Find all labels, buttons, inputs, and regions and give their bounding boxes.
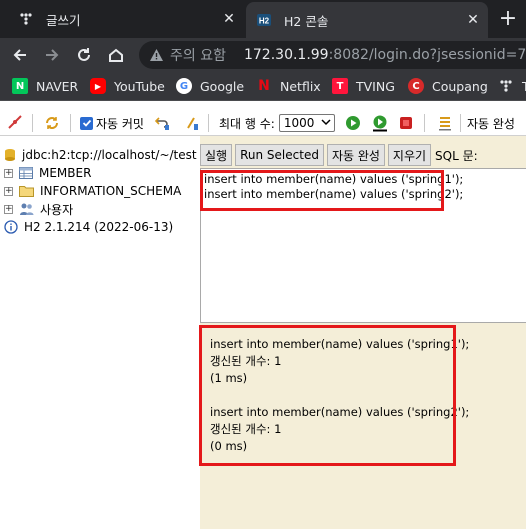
users-icon (19, 202, 34, 216)
clear-button[interactable]: 지우기 (387, 144, 432, 166)
run-icon[interactable] (345, 113, 361, 133)
version-label: H2 2.1.214 (2022-06-13) (24, 220, 174, 234)
new-tab-button[interactable]: + (497, 8, 519, 30)
bookmark-label: YouTube (114, 78, 165, 94)
bookmark-label: Netflix (280, 78, 321, 94)
run-selected-button[interactable]: Run Selected (235, 144, 324, 166)
toolbar-divider (32, 114, 33, 132)
toolbar-divider (460, 114, 461, 132)
stop-icon[interactable] (398, 113, 414, 133)
coupang-icon: C (408, 78, 424, 94)
toolbar-divider (424, 114, 425, 132)
bookmark-label: T (522, 78, 526, 94)
bookmark-youtube[interactable]: ▶ YouTube (90, 77, 165, 95)
maxrows-label: 최대 행 수: (219, 116, 275, 131)
tree-label: 사용자 (40, 202, 74, 217)
security-label: 주의 요함 (170, 48, 226, 64)
autocommit-label: 자동 커밋 (96, 116, 144, 131)
connection-url: jdbc:h2:tcp://localhost/~/test (22, 148, 197, 162)
tree-label: INFORMATION_SCHEMA (40, 184, 182, 198)
tistory-icon (18, 11, 34, 27)
checkbox-checked-icon[interactable] (80, 116, 93, 130)
bookmark-coupang[interactable]: C Coupang (408, 77, 488, 95)
browser-toolbar: 주의 요함 172.30.1.99 :8082/login.do?jsessio… (0, 38, 526, 71)
disconnect-icon[interactable] (7, 113, 23, 133)
tree-label: MEMBER (39, 166, 92, 180)
address-path: :8082/login.do?jsessionid=734a8 (328, 47, 526, 63)
forward-icon[interactable] (40, 43, 64, 67)
folder-icon (19, 185, 34, 197)
maxrows-value: 1000 (283, 116, 315, 130)
toolbar-divider (208, 114, 209, 132)
connection-node[interactable]: jdbc:h2:tcp://localhost/~/test (4, 146, 197, 164)
highlight-box (200, 170, 444, 211)
reload-icon[interactable] (72, 43, 96, 67)
home-icon[interactable] (104, 43, 128, 67)
h2-toolbar: 자동 커밋 최대 행 수: 1000 자동 완성 (0, 109, 526, 136)
address-host: 172.30.1.99 (243, 47, 329, 63)
svg-text:H2: H2 (259, 17, 270, 26)
query-buttons: 실행 Run Selected 자동 완성 지우기 SQL 문: (200, 144, 478, 166)
sql-label: SQL 문: (435, 148, 478, 163)
autocomplete-label: 자동 완성 (467, 116, 515, 131)
toolbar-divider (70, 114, 71, 132)
autocommit-toggle[interactable]: 자동 커밋 (80, 113, 144, 133)
query-panel: 실행 Run Selected 자동 완성 지우기 SQL 문: insert … (199, 136, 526, 529)
netflix-icon: N (258, 78, 270, 94)
close-icon[interactable]: ✕ (462, 9, 484, 31)
highlight-box (199, 325, 456, 466)
youtube-icon: ▶ (90, 78, 106, 94)
schema-tree: jdbc:h2:tcp://localhost/~/test + MEMBER … (0, 136, 200, 529)
info-icon (4, 220, 18, 234)
maxrows-control: 최대 행 수: 1000 (219, 113, 335, 133)
back-icon[interactable] (8, 43, 32, 67)
bookmark-label: Coupang (432, 78, 488, 94)
tab-title: H2 콘솔 (284, 13, 329, 29)
google-icon: G (176, 78, 192, 94)
bookmark-google[interactable]: G Google (176, 77, 244, 95)
address-bar[interactable]: 주의 요함 172.30.1.99 :8082/login.do?jsessio… (139, 41, 526, 69)
autocomplete-toggle[interactable]: 자동 완성 (467, 113, 515, 133)
bookmark-tving[interactable]: T TVING (332, 77, 395, 95)
table-icon (19, 167, 33, 179)
bookmark-netflix[interactable]: N Netflix (256, 77, 321, 95)
tab-write[interactable]: 글쓰기 ✕ (8, 0, 244, 38)
bookmark-label: Google (200, 78, 245, 94)
autocomplete-button[interactable]: 자동 완성 (326, 144, 385, 166)
execute-button[interactable]: 실행 (200, 144, 233, 166)
warning-icon[interactable] (149, 48, 164, 62)
h2-icon: H2 (256, 12, 272, 28)
tree-item-users[interactable]: + 사용자 (4, 200, 73, 218)
tab-h2-console[interactable]: H2 H2 콘솔 ✕ (246, 2, 488, 38)
expand-icon[interactable]: + (4, 186, 13, 196)
tree-item-member[interactable]: + MEMBER (4, 164, 91, 182)
refresh-icon[interactable] (44, 113, 60, 133)
bookmark-naver[interactable]: N NAVER (12, 77, 78, 95)
tab-strip: 글쓰기 ✕ H2 H2 콘솔 ✕ + (0, 0, 526, 38)
version-info: H2 2.1.214 (2022-06-13) (4, 218, 173, 236)
database-icon (4, 148, 16, 162)
expand-icon[interactable]: + (4, 204, 13, 214)
t-icon (498, 78, 514, 94)
close-icon[interactable]: ✕ (218, 8, 240, 30)
bookmark-label: TVING (356, 78, 395, 94)
naver-icon: N (12, 78, 28, 94)
run-selected-icon[interactable] (371, 113, 389, 133)
expand-icon[interactable]: + (4, 168, 13, 178)
rollback-icon[interactable] (154, 113, 170, 133)
tving-icon: T (332, 78, 348, 94)
maxrows-select[interactable]: 1000 (278, 114, 335, 132)
bookmark-t[interactable]: T (498, 77, 526, 95)
chevron-down-icon (321, 117, 331, 130)
tab-title: 글쓰기 (46, 12, 81, 28)
history-icon[interactable] (437, 113, 453, 133)
bookmarks-bar: N NAVER ▶ YouTube G Google N Netflix T T… (0, 71, 526, 101)
commit-icon[interactable] (184, 113, 200, 133)
bookmark-label: NAVER (36, 78, 79, 94)
tree-item-information-schema[interactable]: + INFORMATION_SCHEMA (4, 182, 181, 200)
